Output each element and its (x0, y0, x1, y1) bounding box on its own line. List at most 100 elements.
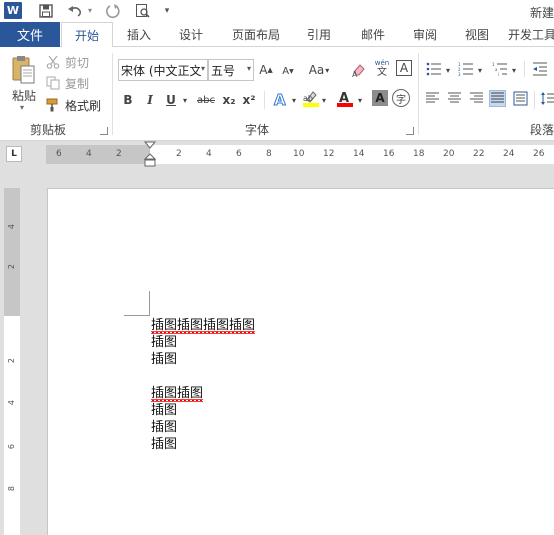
ruler-tick: 18 (413, 149, 425, 159)
italic-button[interactable]: I (142, 90, 158, 110)
tab-developer[interactable]: 开发工具 (508, 22, 554, 47)
decrease-indent-icon[interactable] (530, 59, 550, 79)
justify-icon[interactable] (489, 90, 506, 107)
highlight-dropdown-icon[interactable]: ▾ (320, 90, 328, 110)
svg-text:i: i (498, 72, 499, 76)
align-right-icon[interactable] (468, 90, 485, 107)
tab-insert[interactable]: 插入 (116, 22, 162, 47)
undo-icon[interactable] (66, 2, 84, 19)
character-shading-icon[interactable]: A (372, 90, 388, 106)
numbering-icon[interactable]: 123 (456, 59, 476, 79)
tab-file[interactable]: 文件 (0, 22, 60, 47)
clipboard-launcher-icon[interactable] (100, 127, 108, 135)
ruler-tick: 4 (206, 149, 212, 159)
font-launcher-icon[interactable] (406, 127, 414, 135)
paste-button[interactable]: 粘贴 (12, 87, 36, 104)
tab-design[interactable]: 设计 (166, 22, 216, 47)
document-page[interactable]: 插图插图插图插图 插图 插图 插图插图 插图 插图 插图 (47, 188, 554, 535)
underline-button[interactable]: U (164, 90, 178, 110)
align-left-icon[interactable] (424, 90, 441, 107)
font-name-select[interactable]: 宋体 (中文正文 ▾ (118, 59, 208, 81)
strikethrough-button[interactable]: abc (194, 90, 218, 110)
tab-review[interactable]: 审阅 (402, 22, 448, 47)
clear-formatting-icon[interactable]: A (350, 60, 368, 80)
document-line[interactable]: 插图 (151, 351, 177, 368)
format-painter-label: 格式刷 (65, 98, 102, 113)
document-line[interactable]: 插图 (151, 334, 177, 351)
font-name-value: 宋体 (中文正文 (121, 63, 202, 78)
grow-font-icon[interactable]: A ▲ (258, 60, 274, 80)
cut-button[interactable]: 剪切 (46, 53, 89, 71)
document-line[interactable]: 插图 (151, 402, 177, 419)
bold-button[interactable]: B (120, 90, 136, 110)
scissors-icon (46, 55, 60, 69)
document-line[interactable]: 插图插图 (151, 385, 204, 402)
ruler-tick: 22 (473, 149, 485, 159)
repeat-icon[interactable] (104, 2, 122, 19)
undo-dropdown-icon[interactable]: ▾ (86, 2, 94, 19)
multilevel-list-icon[interactable]: 1ai (490, 59, 510, 79)
tab-references[interactable]: 引用 (296, 22, 342, 47)
document-line[interactable]: 插图插图插图插图 (151, 317, 256, 334)
customize-toolbar-icon[interactable]: ▾ (162, 2, 172, 19)
copy-label: 复制 (65, 76, 90, 91)
ribbon-tabs: 文件 开始 插入 设计 页面布局 引用 邮件 审阅 视图 开发工具 (0, 22, 554, 48)
svg-text:ab: ab (303, 94, 313, 103)
document-line[interactable]: 插图 (151, 419, 177, 436)
ruler-tick: 6 (56, 149, 62, 159)
text-effects-dropdown-icon[interactable]: ▾ (290, 90, 298, 110)
bullets-dropdown-icon[interactable]: ▾ (444, 60, 452, 80)
tab-stop-selector[interactable]: L (6, 146, 22, 162)
font-color-icon[interactable]: A (336, 89, 354, 109)
paragraph-group-label: 段落 (530, 123, 554, 137)
print-preview-icon[interactable] (134, 2, 152, 19)
underline-dropdown-icon[interactable]: ▾ (180, 90, 190, 110)
save-icon[interactable] (38, 2, 54, 19)
tab-page-layout[interactable]: 页面布局 (224, 22, 288, 47)
ruler-tick: 6 (7, 444, 16, 450)
font-size-select[interactable]: 五号 ▾ (208, 59, 254, 81)
text-effects-icon[interactable]: A (272, 89, 290, 109)
multilevel-dropdown-icon[interactable]: ▾ (510, 60, 518, 80)
ruler-tick: 4 (86, 149, 92, 159)
ruler-tick: 20 (443, 149, 455, 159)
highlight-color-icon[interactable]: ab (302, 89, 320, 109)
vertical-ruler[interactable]: 4 2 2 4 6 8 (4, 188, 20, 535)
character-border-button[interactable]: A (396, 60, 412, 76)
line-spacing-icon[interactable] (540, 90, 554, 107)
align-center-icon[interactable] (446, 90, 463, 107)
subscript-button[interactable]: x₂ (220, 90, 238, 110)
numbering-dropdown-icon[interactable]: ▾ (476, 60, 484, 80)
format-painter-button[interactable]: 格式刷 (46, 96, 101, 114)
ruler-tick: 4 (7, 400, 16, 406)
ruler-top-margin (4, 188, 20, 316)
phonetic-guide-button[interactable]: wén 文 (372, 58, 392, 78)
ruler-tick: 2 (7, 264, 16, 270)
ruler-tick: 8 (7, 486, 16, 492)
change-case-button[interactable]: Aa ▾ (304, 60, 334, 80)
title-bar: W ▾ ▾ 新建 (0, 0, 554, 22)
shrink-font-icon[interactable]: A ▼ (280, 61, 296, 81)
chevron-down-icon: ▾ (199, 64, 205, 73)
ruler-tick: 14 (353, 149, 365, 159)
tab-mailings[interactable]: 邮件 (350, 22, 396, 47)
copy-button[interactable]: 复制 (46, 74, 89, 92)
enclose-characters-button[interactable]: 字 (392, 89, 410, 107)
change-case-label: Aa (308, 63, 325, 77)
tab-view[interactable]: 视图 (454, 22, 500, 47)
horizontal-ruler[interactable]: 6 4 2 2 4 6 8 10 12 14 16 18 20 22 24 26 (46, 145, 554, 164)
font-color-dropdown-icon[interactable]: ▾ (356, 90, 364, 110)
crop-mark (124, 315, 150, 316)
indent-marker-icon[interactable] (143, 141, 157, 167)
tab-home[interactable]: 开始 (61, 22, 113, 48)
paste-icon[interactable] (10, 55, 36, 85)
ruler-tick: 12 (323, 149, 335, 159)
bullets-icon[interactable] (424, 59, 444, 79)
ruler-tick: 24 (503, 149, 515, 159)
paste-dropdown-icon[interactable]: ▾ (20, 103, 24, 112)
distributed-align-icon[interactable] (512, 90, 529, 107)
horizontal-ruler-area: L 6 4 2 2 4 6 8 10 12 14 16 18 20 22 24 … (0, 141, 554, 168)
document-line[interactable]: 插图 (151, 436, 177, 453)
superscript-button[interactable]: x² (240, 90, 258, 110)
phonetic-guide-bottom: 文 (377, 67, 387, 78)
